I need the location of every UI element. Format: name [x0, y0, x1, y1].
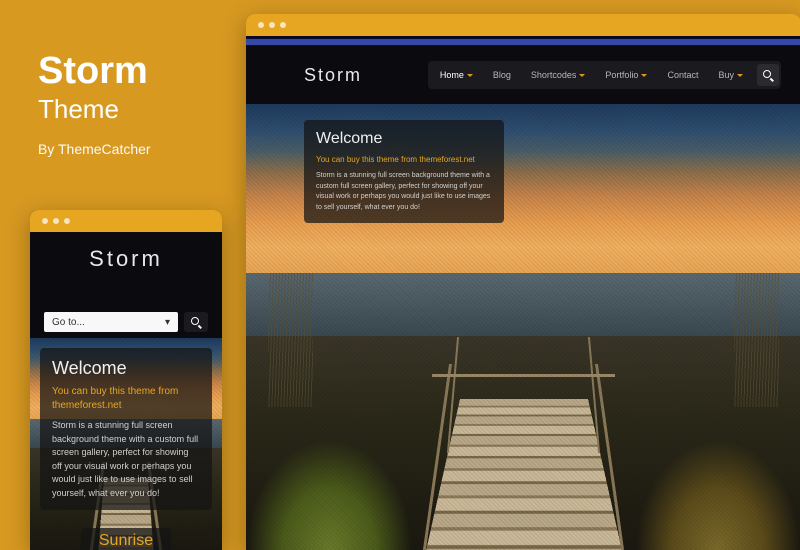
nav-item-contact[interactable]: Contact — [657, 63, 708, 87]
reeds — [734, 273, 778, 407]
promo-title: Storm — [38, 52, 151, 90]
rail — [432, 374, 616, 377]
nav-item-shortcodes[interactable]: Shortcodes — [521, 63, 596, 87]
browser-chrome — [30, 210, 222, 232]
welcome-heading: Welcome — [52, 358, 200, 379]
search-icon — [763, 70, 773, 80]
promo-title-block: Storm Theme By ThemeCatcher — [38, 52, 151, 157]
window-dot — [280, 22, 286, 28]
welcome-body: Storm is a stunning full screen backgrou… — [316, 171, 492, 213]
browser-chrome — [246, 14, 800, 36]
welcome-subtitle: You can buy this theme from themeforest.… — [316, 154, 492, 165]
nav-label: Contact — [667, 70, 698, 80]
mobile-browser: Storm Go to... Welcome You can buy — [30, 210, 222, 550]
nav-label: Shortcodes — [531, 70, 577, 80]
grass — [635, 439, 800, 550]
welcome-heading: Welcome — [316, 130, 492, 148]
chevron-down-icon — [579, 74, 585, 77]
promo-byline: By ThemeCatcher — [38, 141, 151, 157]
mobile-nav-select[interactable]: Go to... — [44, 312, 178, 332]
accent-bar — [246, 39, 800, 45]
welcome-card: Welcome You can buy this theme from them… — [304, 120, 504, 223]
window-dot — [64, 218, 70, 224]
chevron-down-icon — [737, 74, 743, 77]
chevron-down-icon — [641, 74, 647, 77]
nav-item-blog[interactable]: Blog — [483, 63, 521, 87]
nav-label: Portfolio — [605, 70, 638, 80]
promo-subtitle: Theme — [38, 94, 151, 125]
image-tag[interactable]: Sunrise — [81, 528, 171, 550]
site-header: Storm — [30, 232, 222, 304]
desktop-viewport: Storm Home Blog Shortcodes Portfolio — [246, 36, 800, 550]
nav-item-portfolio[interactable]: Portfolio — [595, 63, 657, 87]
window-dot — [42, 218, 48, 224]
nav-label: Buy — [718, 70, 734, 80]
site-logo[interactable]: Storm — [89, 246, 163, 272]
nav-label: Blog — [493, 70, 511, 80]
welcome-subtitle: You can buy this theme from themeforest.… — [52, 385, 200, 413]
search-button[interactable] — [184, 312, 208, 332]
search-icon — [191, 317, 201, 327]
select-value: Go to... — [52, 317, 85, 328]
nav-label: Home — [440, 70, 464, 80]
window-dot — [258, 22, 264, 28]
nav-item-home[interactable]: Home — [430, 63, 483, 87]
desktop-browser: Storm Home Blog Shortcodes Portfolio — [246, 14, 800, 550]
welcome-card: Welcome You can buy this theme from them… — [40, 348, 212, 510]
welcome-body: Storm is a stunning full screen backgrou… — [52, 419, 200, 500]
boardwalk — [424, 318, 624, 550]
mobile-viewport: Storm Go to... Welcome You can buy — [30, 232, 222, 550]
window-dot — [269, 22, 275, 28]
grass — [246, 439, 413, 550]
site-logo[interactable]: Storm — [304, 65, 362, 86]
main-nav: Home Blog Shortcodes Portfolio Contact — [428, 61, 781, 89]
reeds — [268, 273, 312, 407]
mobile-nav-row: Go to... — [30, 304, 222, 342]
search-button[interactable] — [757, 64, 779, 86]
window-dot — [53, 218, 59, 224]
chevron-down-icon — [467, 74, 473, 77]
nav-item-buy[interactable]: Buy — [708, 63, 753, 87]
site-header: Storm Home Blog Shortcodes Portfolio — [246, 46, 800, 104]
